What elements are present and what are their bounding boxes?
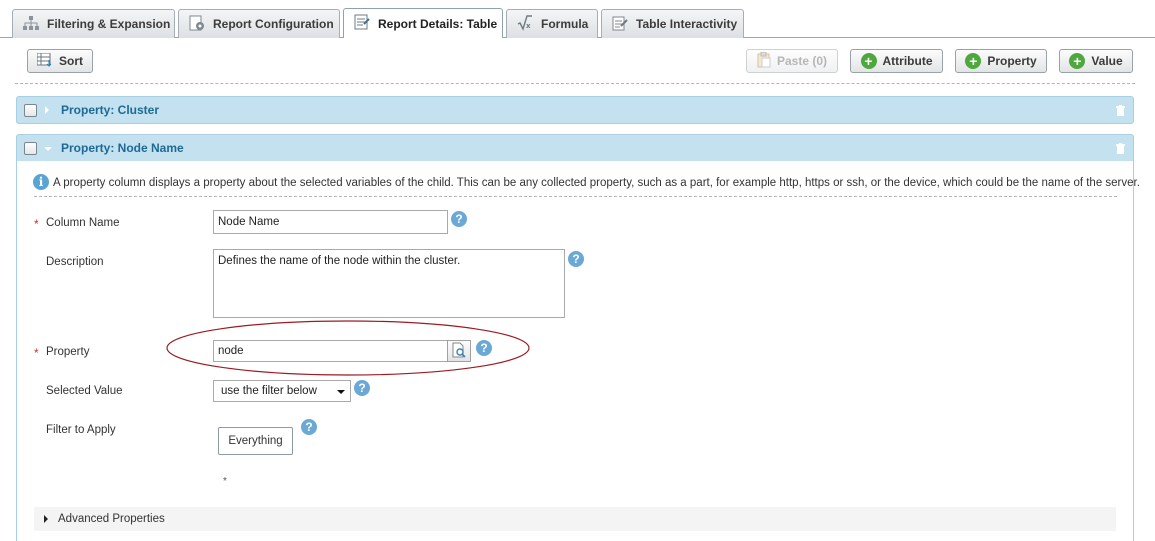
report-config-icon xyxy=(189,15,205,34)
filter-star: * xyxy=(223,476,227,487)
selected-value-label: Selected Value xyxy=(46,385,123,397)
paste-button[interactable]: Paste (0) xyxy=(746,49,838,73)
sort-button[interactable]: Sort xyxy=(27,49,93,73)
sort-icon xyxy=(36,52,53,70)
info-description: A property column displays a property ab… xyxy=(53,177,1140,189)
help-icon[interactable]: ? xyxy=(568,251,584,267)
add-value-button[interactable]: + Value xyxy=(1059,49,1133,73)
node-name-checkbox[interactable] xyxy=(24,142,37,155)
column-name-label: Column Name xyxy=(46,217,120,229)
value-label: Value xyxy=(1091,54,1123,68)
plus-icon: + xyxy=(860,53,877,69)
formula-icon: x xyxy=(517,14,533,34)
selected-value-text: use the filter below xyxy=(221,385,317,397)
required-marker: * xyxy=(34,346,39,360)
property-label: Property xyxy=(987,54,1037,68)
svg-text:x: x xyxy=(526,22,531,30)
info-divider xyxy=(34,196,1117,197)
trash-icon[interactable] xyxy=(1116,105,1125,116)
tab-formula[interactable]: x Formula xyxy=(506,9,598,38)
collapse-arrow-icon[interactable] xyxy=(44,147,52,151)
panel-node-name-header[interactable]: Property: Node Name xyxy=(16,134,1134,162)
expand-arrow-icon xyxy=(44,515,48,523)
highlight-ellipse xyxy=(166,320,530,376)
tab-report-configuration[interactable]: Report Configuration xyxy=(178,9,340,38)
cluster-checkbox[interactable] xyxy=(24,104,37,117)
hierarchy-icon xyxy=(23,15,39,33)
tab-bar: Filtering & Expansion Report Configurati… xyxy=(0,0,1155,38)
help-icon[interactable]: ? xyxy=(301,419,317,435)
report-table-icon xyxy=(354,14,370,33)
paste-icon xyxy=(757,51,771,71)
plus-icon: + xyxy=(965,53,982,69)
toolbar-divider xyxy=(15,83,1135,84)
add-property-button[interactable]: + Property xyxy=(955,49,1047,73)
tab-label: Table Interactivity xyxy=(636,17,738,31)
attribute-label: Attribute xyxy=(882,54,933,68)
selected-value-dropdown[interactable]: use the filter below xyxy=(213,380,351,402)
advanced-properties-label: Advanced Properties xyxy=(58,513,165,525)
sort-label: Sort xyxy=(59,54,83,68)
panel-node-name-title: Property: Node Name xyxy=(61,141,184,155)
tab-report-details-table[interactable]: Report Details: Table xyxy=(343,8,503,38)
add-attribute-button[interactable]: + Attribute xyxy=(850,49,943,73)
info-icon: i xyxy=(33,174,49,190)
paste-label: Paste (0) xyxy=(776,54,828,68)
tab-filtering-expansion[interactable]: Filtering & Expansion xyxy=(12,9,175,38)
everything-filter-button[interactable]: Everything xyxy=(218,427,293,455)
tab-label: Report Details: Table xyxy=(378,16,498,31)
help-icon[interactable]: ? xyxy=(451,211,467,227)
help-icon[interactable]: ? xyxy=(354,380,370,396)
tab-label: Filtering & Expansion xyxy=(47,17,171,31)
description-label: Description xyxy=(46,256,104,268)
plus-icon: + xyxy=(1069,53,1086,69)
panel-cluster-title: Property: Cluster xyxy=(61,103,160,117)
filter-to-apply-label: Filter to Apply xyxy=(46,424,116,436)
dropdown-arrow-icon xyxy=(337,390,345,394)
tab-label: Formula xyxy=(541,17,589,31)
required-marker: * xyxy=(34,217,39,231)
panel-cluster-header[interactable]: Property: Cluster xyxy=(16,96,1134,124)
description-textarea[interactable]: Defines the name of the node within the … xyxy=(213,249,565,318)
tab-table-interactivity[interactable]: Table Interactivity xyxy=(601,9,744,38)
table-edit-icon xyxy=(612,15,628,34)
property-label: Property xyxy=(46,346,90,358)
trash-icon[interactable] xyxy=(1116,143,1125,154)
expand-arrow-icon[interactable] xyxy=(45,106,49,114)
advanced-properties-toggle[interactable]: Advanced Properties xyxy=(34,507,1116,531)
column-name-input[interactable] xyxy=(213,210,448,234)
tab-label: Report Configuration xyxy=(213,17,334,31)
